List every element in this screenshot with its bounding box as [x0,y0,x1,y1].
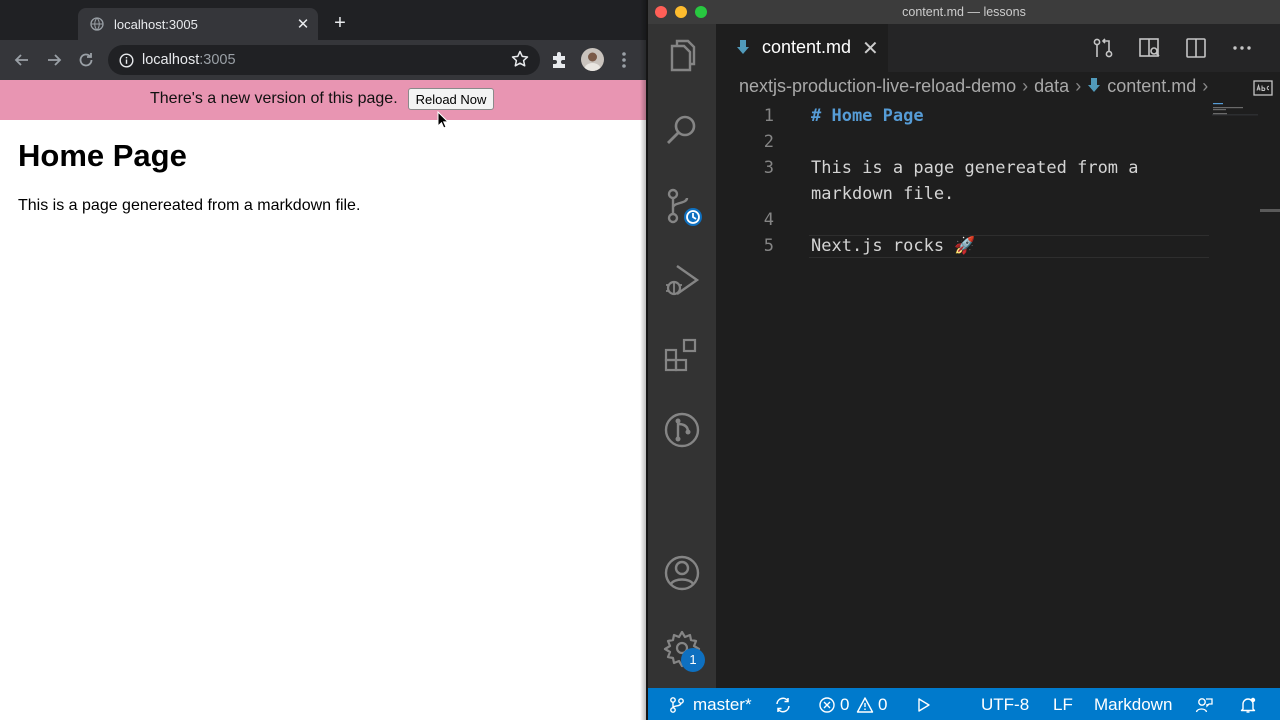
line-number: 1 [763,106,774,126]
back-arrow-icon[interactable] [12,50,32,70]
breadcrumb-item-data[interactable]: data [1034,76,1069,96]
bookmark-star-icon[interactable] [510,49,530,69]
git-graph-icon[interactable] [662,410,702,450]
mouse-cursor-icon [437,111,449,129]
extensions-puzzle-icon[interactable] [551,51,569,69]
breadcrumb-chevron-icon: › [1075,76,1082,96]
sync-icon[interactable] [774,696,792,714]
branch-icon [670,697,684,713]
new-tab-button[interactable]: + [330,12,350,35]
feedback-icon[interactable] [1195,696,1213,714]
browser-tab-title: localhost:3005 [114,17,198,32]
avatar-image [584,52,601,71]
language-mode-status[interactable]: Markdown [1094,695,1172,715]
code-line[interactable]: Next.js rocks 🚀 [811,236,975,256]
line-number: 2 [763,132,774,152]
line-number: 5 [763,236,774,256]
warning-icon[interactable] [856,696,874,714]
code-line[interactable]: # Home Page [811,106,924,126]
reload-icon[interactable] [76,50,96,70]
window-shadow [640,0,648,720]
breadcrumb-chevron-icon: › [1022,76,1029,96]
encoding-status[interactable]: UTF-8 [981,695,1029,715]
run-play-icon[interactable] [914,696,932,714]
editor-tab-label: content.md [762,37,852,57]
text-symbol-icon[interactable] [1253,80,1273,96]
address-bar-url: localhost:3005 [142,52,236,68]
source-control-icon[interactable] [662,186,702,226]
page-heading: Home Page [18,138,187,173]
markdown-file-icon [737,40,749,54]
breadcrumb-item-folder[interactable]: nextjs-production-live-reload-demo [739,76,1016,96]
settings-update-badge: 1 [681,648,705,672]
profile-avatar[interactable] [581,48,604,71]
reload-now-button[interactable]: Reload Now [408,88,494,110]
zoom-window-button[interactable] [53,15,65,27]
close-tab-icon[interactable]: ✕ [295,15,311,33]
close-editor-tab-icon[interactable]: ✕ [862,36,879,61]
more-menu-icon[interactable] [616,49,632,71]
url-port: :3005 [199,52,236,68]
run-debug-icon[interactable] [662,260,702,300]
code-line[interactable]: This is a page genereated from a [811,158,1139,178]
minimap[interactable] [1212,102,1260,122]
files-icon[interactable] [662,36,702,76]
open-preview-icon[interactable] [1137,36,1161,60]
url-host: localhost [142,52,200,68]
breadcrumb-item-file[interactable]: content.md [1107,76,1196,96]
line-number: 3 [763,158,774,178]
globe-icon [90,17,104,31]
editor-window-title: content.md — lessons [902,5,1026,19]
warning-count[interactable]: 0 [878,695,887,715]
extensions-icon[interactable] [662,336,702,376]
markdown-file-icon [1088,78,1101,92]
breadcrumb-chevron-icon: › [1202,76,1209,96]
error-icon[interactable] [818,696,836,714]
page-paragraph: This is a page genereated from a markdow… [18,197,361,214]
git-branch-status[interactable]: master* [693,695,752,715]
close-window-button[interactable] [13,15,25,27]
more-actions-icon[interactable] [1230,36,1254,60]
minimize-window-button[interactable] [33,15,45,27]
notice-text: There's a new version of this page. [150,90,398,107]
error-count[interactable]: 0 [840,695,849,715]
split-editor-icon[interactable] [1184,36,1208,60]
breadcrumb: nextjs-production-live-reload-demo › data ›… [739,76,1214,100]
eol-status[interactable]: LF [1053,695,1073,715]
open-changes-icon[interactable] [1091,36,1115,60]
editor-scrollbar[interactable] [1260,209,1280,212]
info-icon[interactable] [119,53,134,68]
notifications-bell-icon[interactable] [1239,696,1257,714]
line-number: 4 [763,210,774,230]
search-icon[interactable] [662,110,702,150]
code-line-wrapped[interactable]: markdown file. [811,184,954,204]
account-icon[interactable] [662,553,702,593]
forward-arrow-icon[interactable] [44,50,64,70]
